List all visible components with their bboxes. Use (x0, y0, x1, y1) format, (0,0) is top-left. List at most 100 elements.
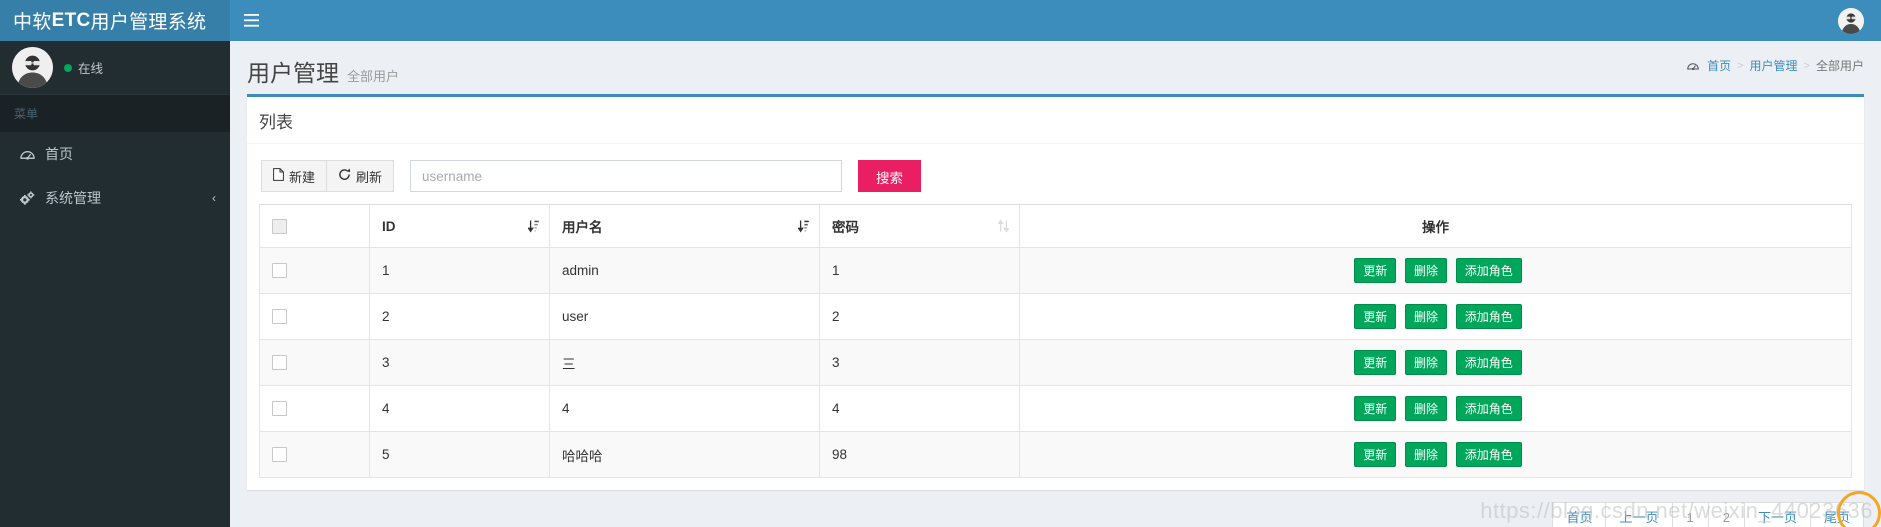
delete-button[interactable]: 删除 (1404, 350, 1447, 375)
update-button[interactable]: 更新 (1354, 442, 1397, 467)
delete-button[interactable]: 删除 (1404, 396, 1447, 421)
list-box: 列表 新建 刷新 username 搜索 ID 用户名 密码 操作 1 admi… (247, 94, 1864, 490)
pagination-first[interactable]: 首页 (1552, 502, 1607, 527)
sidebar-item-label: 首页 (45, 146, 73, 162)
box-header: 列表 (247, 97, 1864, 144)
row-checkbox[interactable] (272, 401, 287, 417)
update-button[interactable]: 更新 (1354, 350, 1397, 375)
th-id-label: ID (382, 218, 396, 234)
content-header: 用户管理 全部用户 首页 > 用户管理 > 全部用户 (230, 41, 1881, 94)
new-button[interactable]: 新建 (261, 160, 328, 192)
th-password[interactable]: 密码 (819, 204, 1020, 248)
row-checkbox[interactable] (272, 355, 287, 371)
delete-button[interactable]: 删除 (1404, 442, 1447, 467)
table-body: 1 admin 1 更新 删除 添加角色 2 user 2 更新 删除 添加角色… (259, 247, 1852, 478)
cell-username: 哈哈哈 (549, 431, 820, 478)
avatar[interactable] (1838, 7, 1864, 34)
pagination-page-2[interactable]: 2 (1708, 502, 1745, 527)
new-button-label: 新建 (289, 169, 316, 185)
update-button[interactable]: 更新 (1354, 258, 1397, 283)
file-icon (273, 168, 284, 184)
online-status-label: 在线 (78, 62, 104, 76)
refresh-button[interactable]: 刷新 (327, 160, 395, 192)
breadcrumb-separator: > (1737, 59, 1744, 72)
search-button[interactable]: 搜索 (858, 160, 922, 192)
pagination-page-1[interactable]: 1 (1672, 502, 1709, 527)
cell-username: user (549, 293, 820, 340)
cell-operations: 更新 删除 添加角色 (1019, 247, 1852, 294)
cell-select (259, 385, 370, 432)
brand-prefix: 中软 (13, 12, 52, 33)
sidebar-menu: 首页 系统管理 ‹ (0, 132, 230, 220)
hamburger-icon[interactable] (230, 0, 272, 41)
row-checkbox[interactable] (272, 263, 287, 279)
row-checkbox[interactable] (272, 309, 287, 325)
refresh-button-label: 刷新 (356, 169, 383, 185)
box-body: 新建 刷新 username 搜索 ID 用户名 密码 操作 1 admin 1… (247, 144, 1864, 490)
sidebar-user-info: 在线 (64, 58, 103, 77)
dashboard-icon (17, 147, 37, 162)
gears-icon (17, 190, 37, 206)
navbar-left (230, 0, 272, 41)
th-username[interactable]: 用户名 (549, 204, 820, 248)
th-password-label: 密码 (832, 220, 859, 235)
page-subtitle: 全部用户 (347, 69, 400, 84)
cell-id: 5 (369, 431, 550, 478)
sidebar-avatar (12, 47, 53, 88)
cell-password: 4 (819, 385, 1020, 432)
th-id[interactable]: ID (369, 204, 550, 248)
add-role-button[interactable]: 添加角色 (1455, 258, 1522, 283)
select-all-checkbox[interactable] (272, 218, 287, 234)
breadcrumb-item-home[interactable]: 首页 (1707, 57, 1731, 74)
cell-select (259, 247, 370, 294)
delete-button[interactable]: 删除 (1404, 304, 1447, 329)
sort-icon[interactable] (798, 220, 809, 233)
update-button[interactable]: 更新 (1354, 304, 1397, 329)
cell-id: 4 (369, 385, 550, 432)
top-navbar: 中软 ETC 用户管理系统 (0, 0, 1881, 41)
table-row[interactable]: 3 三 3 更新 删除 添加角色 (259, 339, 1852, 386)
table-row[interactable]: 2 user 2 更新 删除 添加角色 (259, 293, 1852, 340)
pagination-wrap: 首页 上一页 1 2 下一页 尾页 (230, 490, 1881, 527)
app-brand[interactable]: 中软 ETC 用户管理系统 (0, 0, 230, 41)
sidebar-item-system-management[interactable]: 系统管理 ‹ (0, 176, 230, 220)
brand-bold: ETC (51, 9, 91, 31)
add-role-button[interactable]: 添加角色 (1455, 350, 1522, 375)
search-input[interactable] (410, 160, 843, 192)
sidebar-item-label: 系统管理 (45, 190, 101, 206)
toolbar-button-group: 新建 刷新 (261, 160, 395, 192)
row-checkbox[interactable] (272, 447, 287, 463)
app-root: 中软 ETC 用户管理系统 在线 菜单 首页 系统管理 ‹ 用户管理 全部用户 … (0, 0, 1881, 527)
cell-username: 三 (549, 339, 820, 386)
pagination-last[interactable]: 尾页 (1810, 502, 1864, 527)
cell-id: 2 (369, 293, 550, 340)
cell-select (259, 293, 370, 340)
table-header-row: ID 用户名 密码 操作 (259, 204, 1852, 248)
cell-id: 3 (369, 339, 550, 386)
cell-password: 98 (819, 431, 1020, 478)
th-username-label: 用户名 (562, 220, 603, 235)
table-row[interactable]: 5 哈哈哈 98 更新 删除 添加角色 (259, 431, 1852, 478)
breadcrumb-item-user-management[interactable]: 用户管理 (1750, 57, 1798, 74)
update-button[interactable]: 更新 (1354, 396, 1397, 421)
cell-password: 3 (819, 339, 1020, 386)
pagination-next[interactable]: 下一页 (1744, 502, 1811, 527)
dashboard-icon (1687, 60, 1699, 72)
online-status-dot (64, 63, 72, 72)
sort-icon[interactable] (528, 220, 539, 233)
add-role-button[interactable]: 添加角色 (1455, 396, 1522, 421)
page-title: 用户管理 (247, 60, 339, 86)
table-row[interactable]: 4 4 4 更新 删除 添加角色 (259, 385, 1852, 432)
cell-select (259, 339, 370, 386)
add-role-button[interactable]: 添加角色 (1455, 304, 1522, 329)
pagination-prev[interactable]: 上一页 (1606, 502, 1673, 527)
sidebar-menu-header: 菜单 (0, 95, 230, 132)
box-title: 列表 (259, 113, 293, 132)
sidebar-item-home[interactable]: 首页 (0, 132, 230, 176)
table-toolbar: 新建 刷新 username 搜索 (259, 154, 1852, 204)
delete-button[interactable]: 删除 (1404, 258, 1447, 283)
breadcrumb-separator: > (1803, 59, 1810, 72)
sort-icon[interactable] (998, 219, 1009, 233)
table-row[interactable]: 1 admin 1 更新 删除 添加角色 (259, 247, 1852, 294)
add-role-button[interactable]: 添加角色 (1455, 442, 1522, 467)
